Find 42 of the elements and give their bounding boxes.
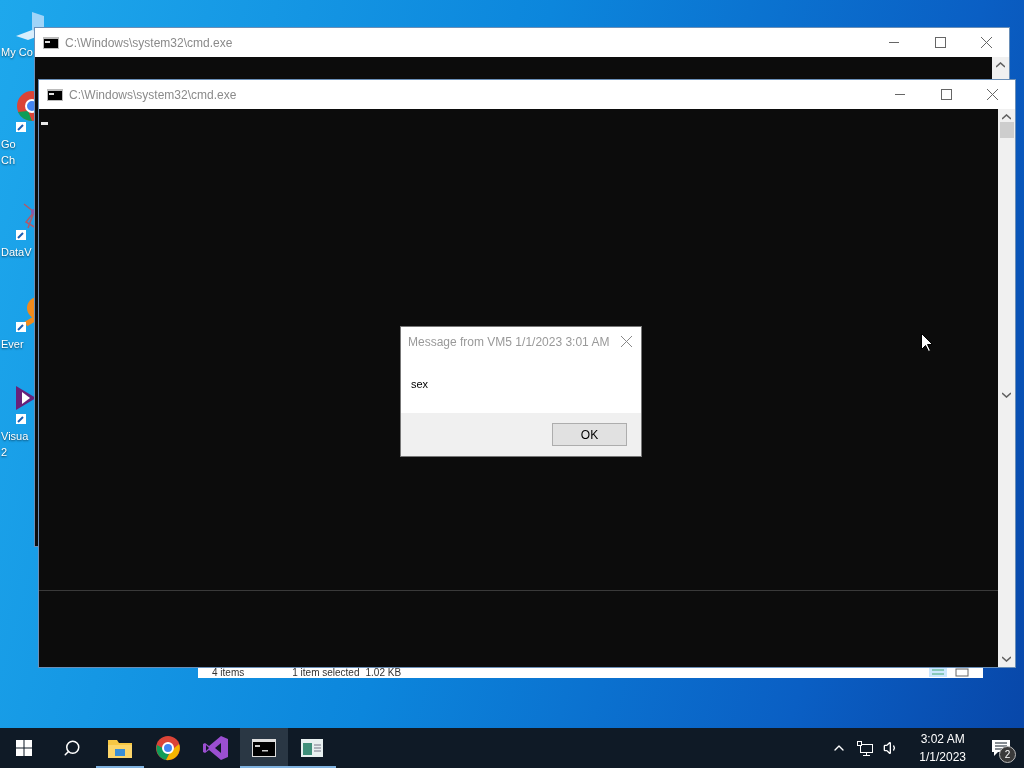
desktop-icon-label[interactable]: 2 <box>0 444 8 460</box>
window-title: C:\Windows\system32\cmd.exe <box>69 87 238 102</box>
chrome-icon <box>155 735 181 761</box>
console-icon <box>252 739 276 757</box>
folder-icon <box>108 738 132 758</box>
notifications-button[interactable]: 2 <box>986 733 1016 763</box>
scrollbar[interactable] <box>998 109 1015 667</box>
selection-status: 1 item selected <box>292 668 360 678</box>
close-icon[interactable] <box>986 89 998 100</box>
item-count: 4 items <box>212 668 245 678</box>
console-icon <box>43 36 59 49</box>
desktop-icon-label[interactable]: Go <box>0 136 16 152</box>
maximize-icon[interactable] <box>934 37 946 48</box>
app-window-icon <box>301 739 323 757</box>
clock[interactable]: 3:02 AM 1/1/2023 <box>919 730 966 766</box>
console-icon <box>47 88 63 101</box>
file-size: 1.02 KB <box>365 668 402 678</box>
visual-studio-icon <box>203 735 229 761</box>
scrollbar[interactable] <box>992 57 1009 79</box>
scroll-thumb[interactable] <box>999 122 1014 138</box>
large-icons-view-icon[interactable] <box>953 667 971 677</box>
clock-time: 3:02 AM <box>920 731 965 748</box>
desktop-icon-label[interactable]: DataV <box>0 244 32 260</box>
dialog-message: sex <box>410 377 430 392</box>
maximize-icon[interactable] <box>940 89 952 100</box>
close-icon[interactable] <box>980 37 992 48</box>
desktop-icon-label[interactable]: Ever <box>0 336 24 352</box>
details-view-icon[interactable] <box>929 667 947 677</box>
start-icon[interactable] <box>16 740 32 756</box>
window-title: C:\Windows\system32\cmd.exe <box>65 35 234 50</box>
notification-count: 2 <box>999 746 1016 763</box>
close-icon[interactable] <box>620 336 632 347</box>
desktop-icon-label[interactable]: My Co <box>0 44 33 60</box>
text-cursor <box>41 122 48 125</box>
clock-date: 1/1/2023 <box>919 749 966 766</box>
desktop-icon-label[interactable]: Visua <box>0 428 29 444</box>
ok-button[interactable]: OK <box>552 423 627 446</box>
desktop-icon-label[interactable]: Ch <box>0 152 16 168</box>
mouse-pointer-icon <box>921 333 933 352</box>
network-icon[interactable] <box>857 740 874 756</box>
dialog-title: Message from VM5 1/1/2023 3:01 AM <box>408 334 611 349</box>
search-icon[interactable] <box>63 739 81 757</box>
